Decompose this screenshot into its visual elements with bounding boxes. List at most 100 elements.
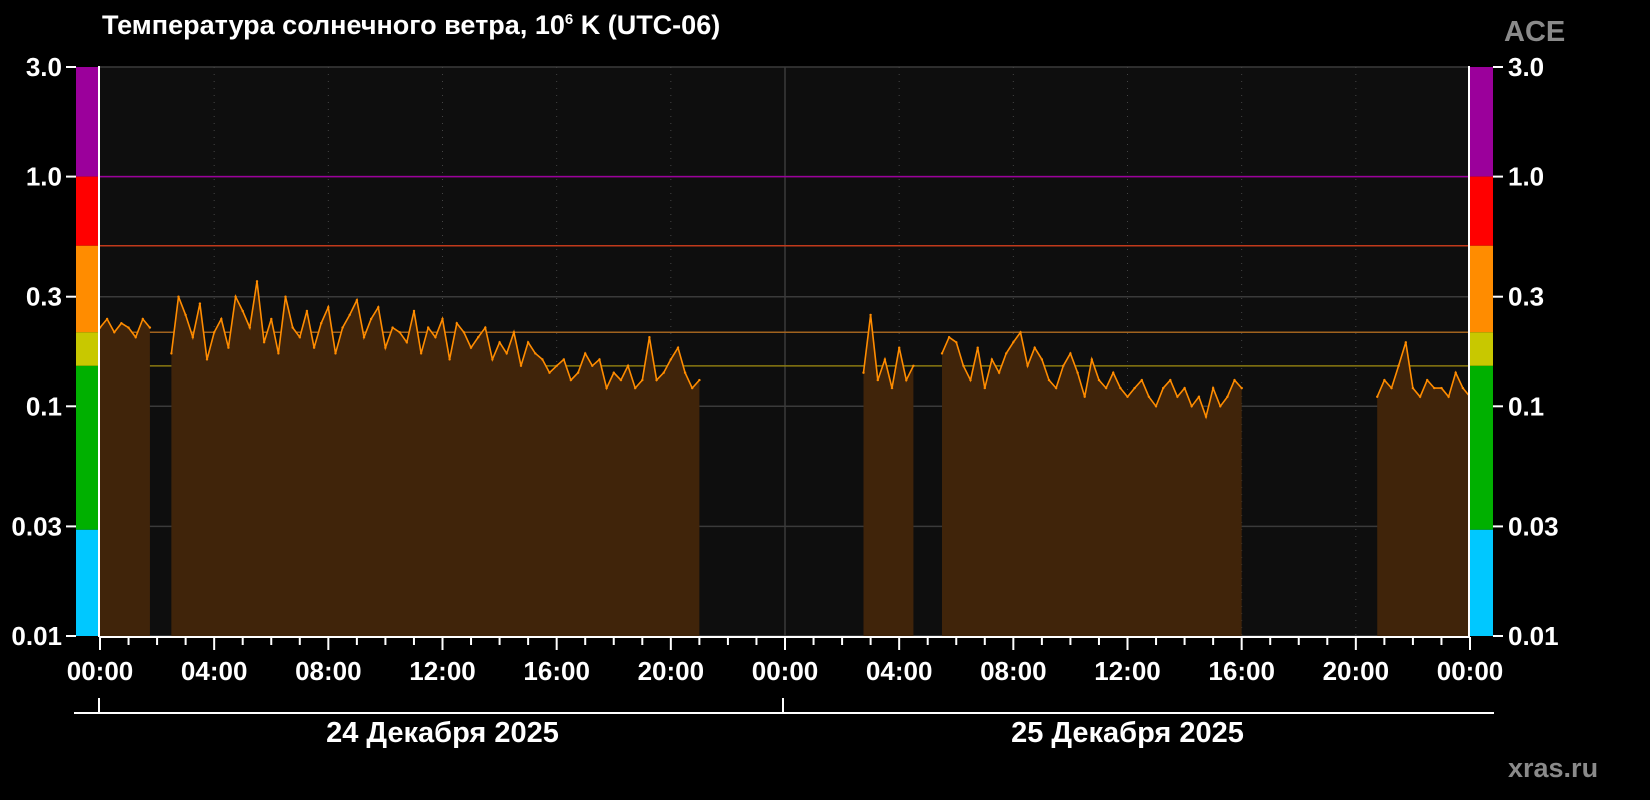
data-point	[1047, 378, 1051, 382]
data-point	[955, 341, 958, 344]
day-labels: 24 Декабря 2025 25 Декабря 2025	[326, 717, 1244, 749]
data-point	[305, 309, 309, 313]
data-point	[1019, 331, 1022, 334]
data-point	[141, 317, 144, 321]
data-point	[405, 341, 408, 344]
data-point	[997, 371, 1001, 374]
data-point	[541, 358, 544, 361]
data-point	[619, 378, 623, 382]
data-point	[1440, 386, 1443, 390]
data-point	[1226, 395, 1229, 398]
data-point	[1433, 386, 1436, 390]
data-point	[1376, 395, 1379, 398]
data-point	[976, 346, 979, 349]
x-tick-label: 00:00	[67, 656, 134, 686]
data-point	[327, 306, 330, 309]
activity-band-right	[1470, 67, 1493, 177]
data-point	[505, 352, 508, 355]
x-tick-label: 00:00	[1437, 656, 1504, 686]
data-point	[1418, 395, 1422, 398]
data-point	[1076, 371, 1079, 374]
data-point	[648, 336, 651, 339]
data-point	[876, 378, 879, 382]
data-point	[320, 322, 323, 325]
data-point	[1211, 386, 1215, 390]
data-point	[683, 371, 687, 374]
data-point	[1383, 378, 1386, 382]
data-point	[1062, 364, 1065, 367]
data-point	[1119, 386, 1122, 390]
data-point	[227, 346, 230, 349]
data-point	[940, 352, 944, 355]
data-point	[1454, 371, 1457, 374]
data-point	[1219, 405, 1222, 408]
data-point	[669, 358, 672, 361]
data-point	[883, 358, 887, 361]
data-point	[555, 364, 558, 367]
data-point	[562, 358, 565, 361]
activity-band-left	[76, 176, 99, 246]
data-point	[427, 326, 430, 329]
data-point	[277, 352, 280, 355]
data-point	[1126, 395, 1129, 398]
data-point	[1090, 358, 1094, 361]
y-tick-label-left: 3.0	[26, 52, 62, 82]
activity-band-right	[1470, 332, 1493, 366]
y-tick-label-right: 1.0	[1508, 162, 1544, 192]
data-point	[1461, 386, 1465, 390]
data-point	[912, 364, 915, 367]
data-point	[626, 364, 630, 367]
data-point	[312, 346, 316, 349]
data-point	[1133, 386, 1136, 390]
data-point	[469, 346, 473, 349]
data-point	[477, 336, 480, 339]
data-point	[462, 331, 466, 334]
data-point	[641, 378, 644, 382]
data-point	[105, 317, 109, 321]
data-point	[947, 336, 951, 339]
activity-band-right	[1470, 245, 1493, 333]
data-point	[484, 326, 487, 329]
data-point	[298, 336, 301, 339]
data-point	[1404, 341, 1408, 344]
data-point	[962, 364, 965, 367]
data-point	[341, 326, 344, 329]
data-point	[148, 326, 152, 329]
data-point	[1005, 352, 1008, 355]
data-point	[905, 378, 908, 382]
data-point	[270, 317, 273, 321]
data-point	[1040, 358, 1044, 361]
x-tick-label: 08:00	[295, 656, 362, 686]
data-point	[184, 313, 187, 317]
x-tick-label: 16:00	[1208, 656, 1275, 686]
data-point	[584, 352, 587, 355]
data-point	[1390, 386, 1393, 390]
y-tick-label-right: 0.01	[1508, 621, 1559, 651]
data-point	[377, 306, 380, 309]
y-tick-label-right: 0.03	[1508, 511, 1559, 541]
data-point	[113, 331, 116, 334]
data-point	[234, 295, 237, 298]
data-point	[1426, 378, 1429, 382]
data-point	[569, 378, 573, 382]
y-tick-label-right: 0.1	[1508, 391, 1544, 421]
data-point	[391, 326, 394, 329]
data-point	[534, 352, 537, 355]
activity-band-left	[76, 365, 99, 530]
data-point	[990, 358, 994, 361]
x-tick-label: 04:00	[181, 656, 248, 686]
data-point	[170, 352, 173, 355]
data-point	[519, 364, 523, 367]
x-tick-label: 20:00	[638, 656, 705, 686]
data-point	[1176, 395, 1179, 398]
data-point	[605, 386, 608, 390]
data-point	[120, 322, 123, 325]
data-point	[384, 346, 387, 349]
activity-band-left	[76, 67, 99, 177]
data-point	[205, 358, 209, 361]
data-point	[1147, 395, 1151, 398]
x-tick-label: 00:00	[752, 656, 819, 686]
data-point	[177, 295, 180, 298]
data-point	[983, 386, 986, 390]
data-point	[412, 309, 416, 313]
